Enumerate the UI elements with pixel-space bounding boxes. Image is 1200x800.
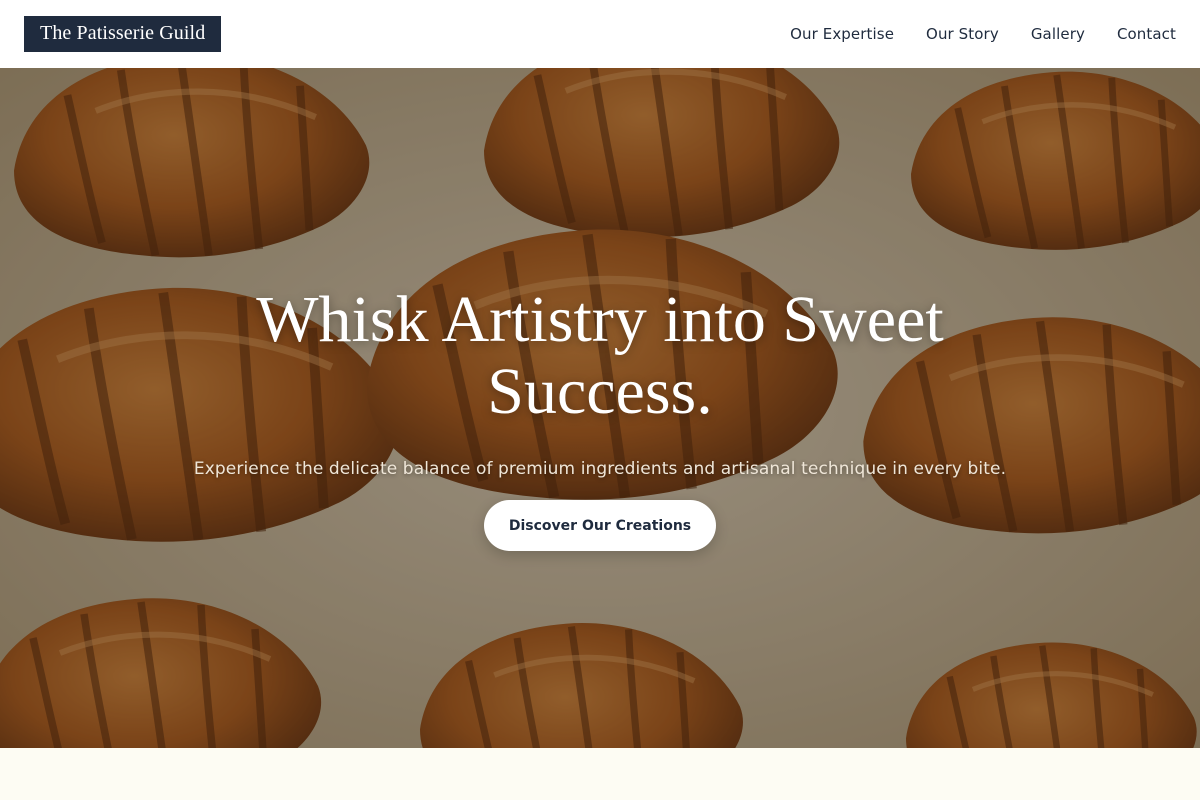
next-section [0,748,1200,800]
nav-link-contact[interactable]: Contact [1117,25,1176,43]
site-header: The Patisserie Guild Our Expertise Our S… [0,0,1200,68]
nav-link-our-expertise[interactable]: Our Expertise [790,25,894,43]
hero-subtitle: Experience the delicate balance of premi… [193,459,1007,479]
hero-content: Whisk Artistry into Sweet Success. Exper… [0,68,1200,748]
main-nav: Our Expertise Our Story Gallery Contact [758,25,1176,43]
hero-section: Whisk Artistry into Sweet Success. Exper… [0,68,1200,748]
hero-title: Whisk Artistry into Sweet Success. [256,283,944,428]
nav-link-our-story[interactable]: Our Story [926,25,999,43]
brand-logo[interactable]: The Patisserie Guild [24,16,222,52]
nav-link-gallery[interactable]: Gallery [1031,25,1085,43]
discover-creations-button[interactable]: Discover Our Creations [484,500,716,551]
